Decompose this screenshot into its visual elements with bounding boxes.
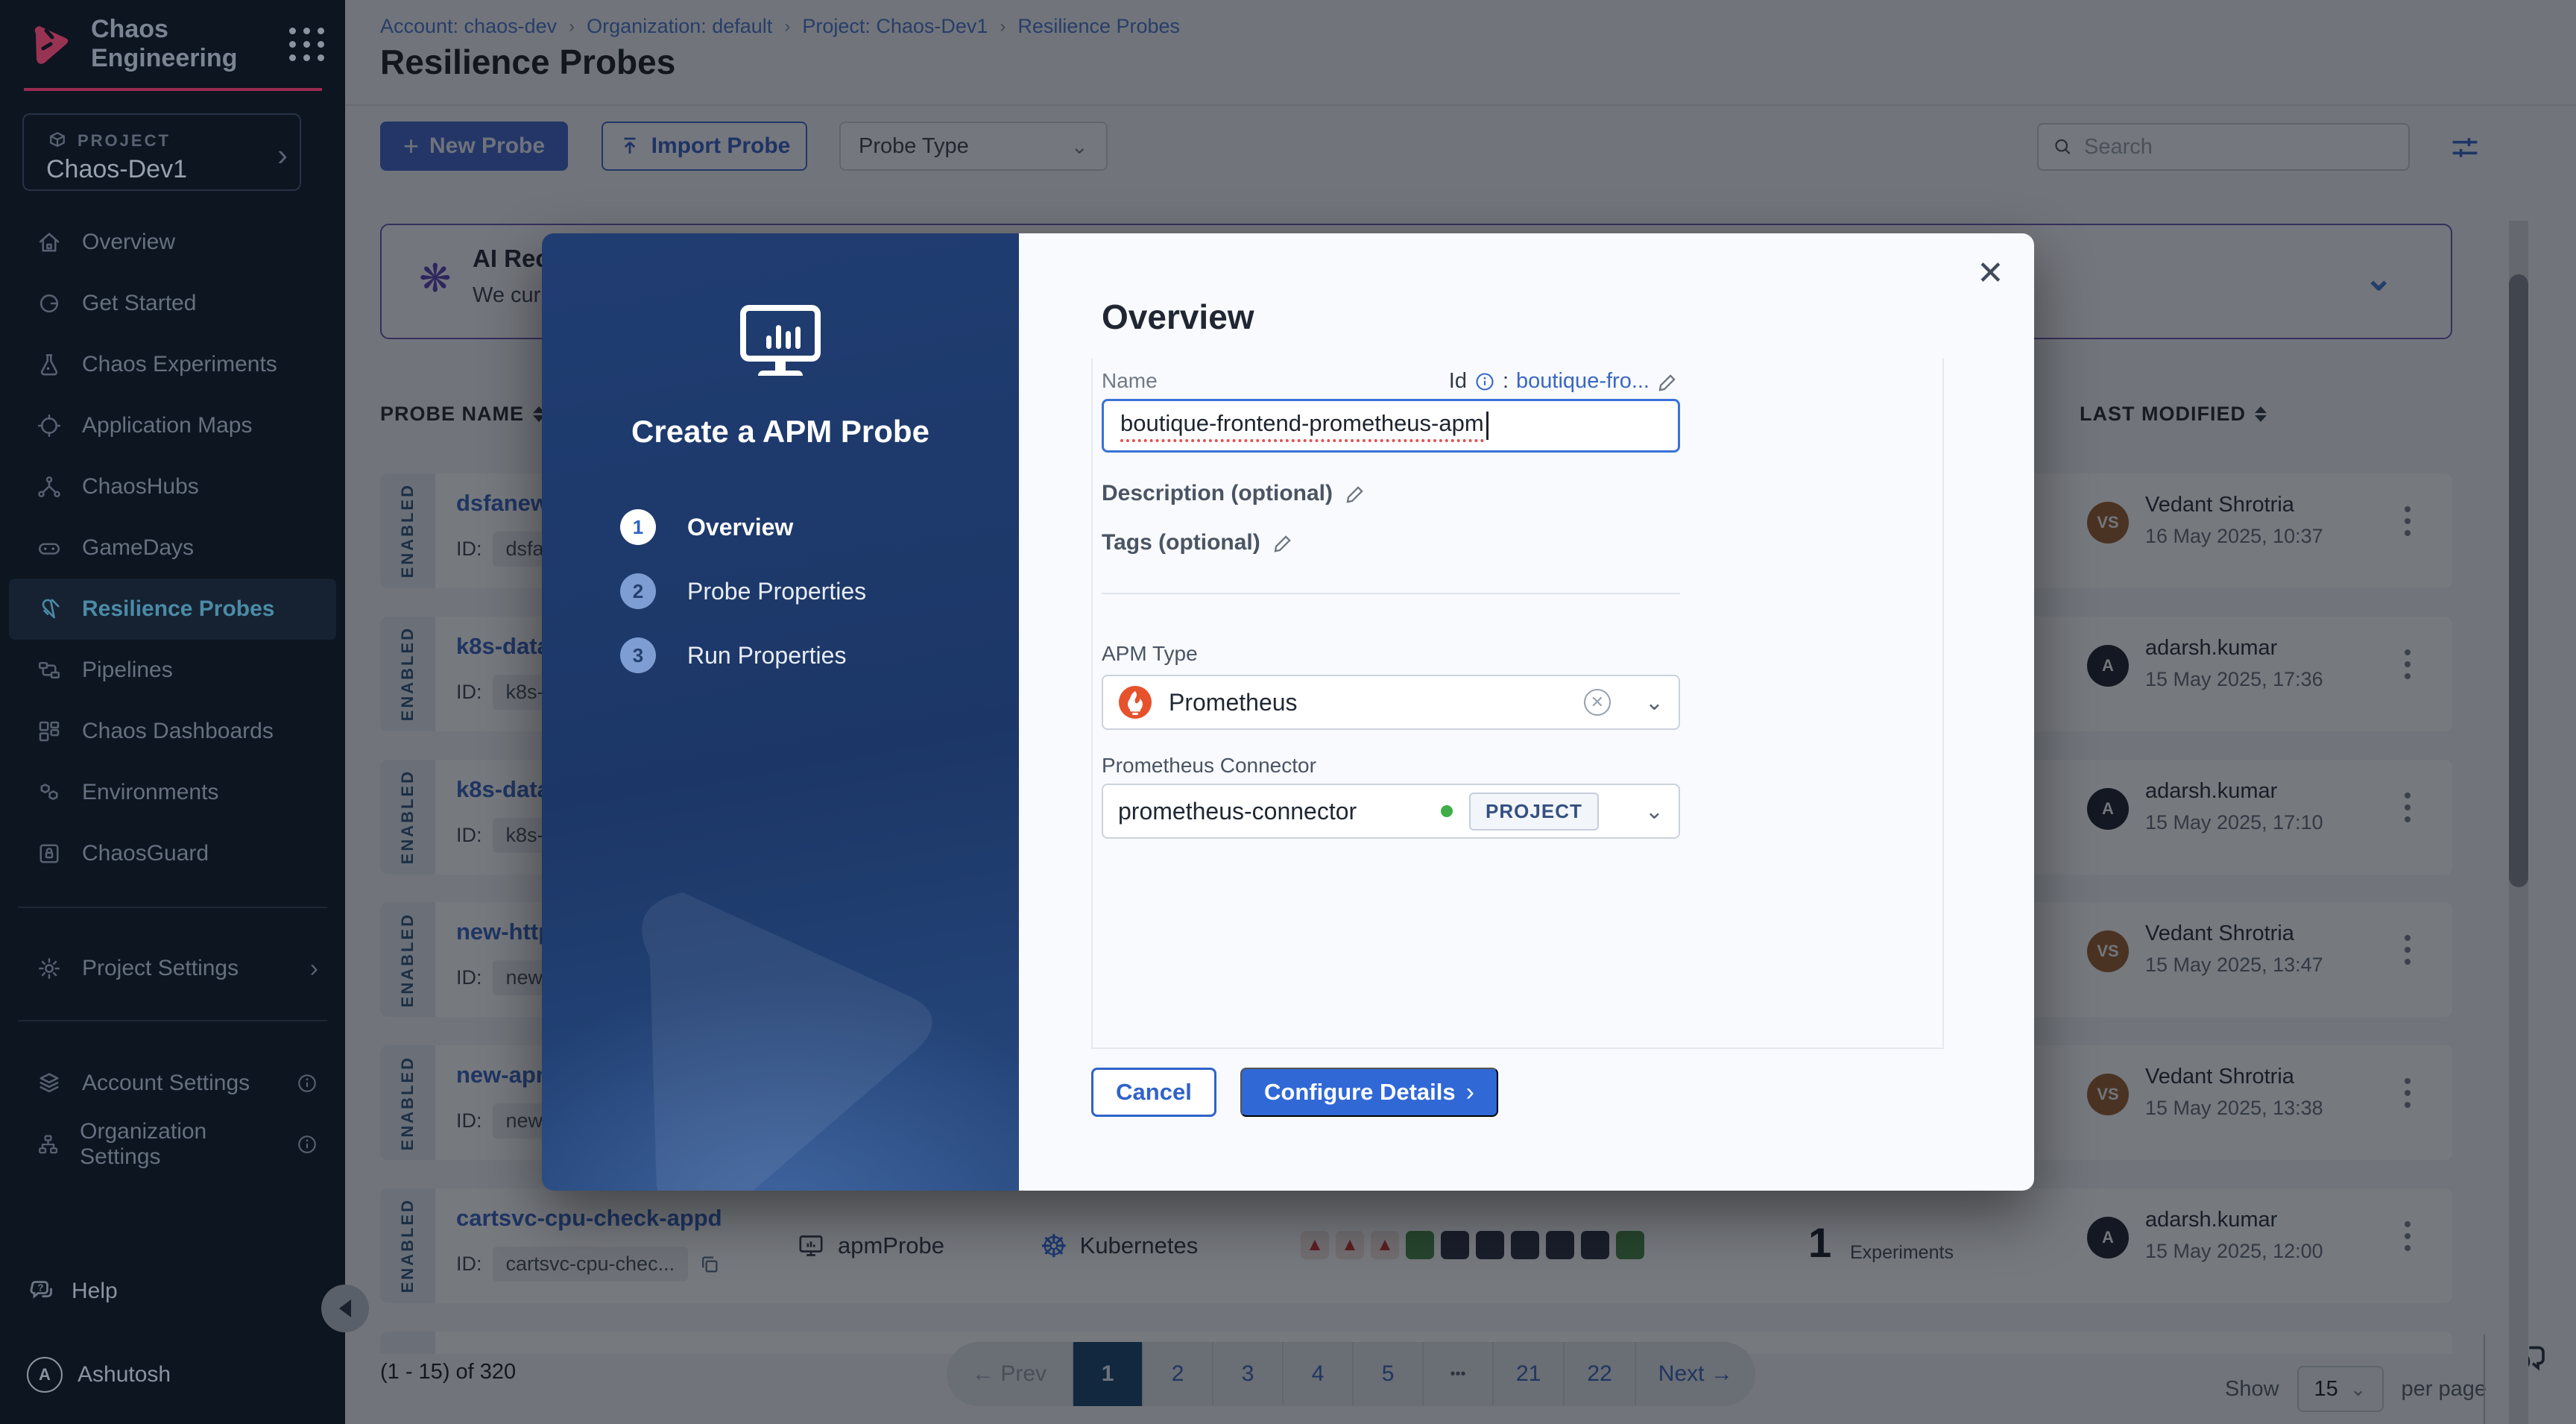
harness-watermark xyxy=(642,892,932,1191)
sidebar-collapse-button[interactable] xyxy=(321,1285,369,1332)
sidebar: Chaos Engineering PROJECT Chaos-Dev1 › O… xyxy=(0,0,345,1424)
wizard-step-probe-properties[interactable]: 2 Probe Properties xyxy=(620,573,866,609)
harness-logo-icon xyxy=(34,26,69,64)
description-label: Description (optional) xyxy=(1102,481,1367,506)
sidebar-item-overview[interactable]: Overview xyxy=(9,212,336,273)
connector-select[interactable]: prometheus-connector PROJECT ⌄ xyxy=(1102,784,1680,839)
avatar: A xyxy=(27,1357,63,1393)
edit-icon[interactable] xyxy=(1272,532,1295,554)
app-switcher-icon[interactable] xyxy=(289,27,325,61)
tube-icon xyxy=(42,599,60,619)
info-icon[interactable] xyxy=(1474,371,1495,392)
sidebar-item-chaos-experiments[interactable]: Chaos Experiments xyxy=(9,334,336,395)
chevron-down-icon: ⌄ xyxy=(1644,798,1664,824)
create-apm-probe-modal: Create a APM Probe 1 Overview 2 Probe Prop… xyxy=(542,233,2034,1191)
grid-icon xyxy=(39,721,60,742)
hexes-icon xyxy=(40,784,58,800)
chevron-right-icon: › xyxy=(1465,1077,1474,1106)
probe-id-value[interactable]: boutique-fro... xyxy=(1516,369,1650,394)
brand-row: Chaos Engineering xyxy=(27,15,325,72)
sidebar-item-organization-settings[interactable]: Organization Settings xyxy=(9,1114,336,1175)
chevron-right-icon: › xyxy=(309,954,318,983)
modal-heading: Overview xyxy=(1102,297,1254,336)
tags-label: Tags (optional) xyxy=(1102,530,1295,555)
divider xyxy=(18,907,327,908)
project-selector[interactable]: PROJECT Chaos-Dev1 › xyxy=(22,113,301,191)
gear-icon xyxy=(39,958,60,979)
sidebar-item-account-settings[interactable]: Account Settings xyxy=(9,1053,336,1114)
sidebar-item-chaoshubs[interactable]: ChaosHubs xyxy=(9,456,336,517)
flask-icon xyxy=(40,353,58,376)
status-dot xyxy=(1441,805,1453,817)
user-name: Ashutosh xyxy=(78,1362,171,1387)
prometheus-icon xyxy=(1119,686,1152,719)
user-menu[interactable]: A Ashutosh xyxy=(27,1357,171,1393)
edit-icon[interactable] xyxy=(1345,482,1367,505)
layers-icon xyxy=(40,1073,59,1093)
wizard-panel: Create a APM Probe 1 Overview 2 Probe Prop… xyxy=(542,233,1019,1191)
apm-monitor-icon xyxy=(740,305,821,376)
chevron-down-icon: ⌄ xyxy=(1644,690,1664,715)
cube-icon xyxy=(50,132,65,148)
apm-type-select[interactable]: Prometheus ✕ ⌄ xyxy=(1102,675,1680,730)
wizard-title: Create a APM Probe xyxy=(631,414,929,449)
chevron-right-icon: › xyxy=(277,137,288,172)
sidebar-item-get-started[interactable]: Get Started xyxy=(9,273,336,334)
wizard-step-run-properties[interactable]: 3 Run Properties xyxy=(620,637,846,673)
pipeline-icon xyxy=(38,661,60,679)
edit-icon[interactable] xyxy=(1657,371,1679,393)
sidebar-item-pipelines[interactable]: Pipelines xyxy=(9,640,336,701)
sidebar-item-environments[interactable]: Environments xyxy=(9,762,336,823)
close-icon[interactable]: ✕ xyxy=(1977,257,2004,290)
guard-icon xyxy=(40,844,59,863)
sidebar-item-gamedays[interactable]: GameDays xyxy=(9,517,336,579)
id-label: Id xyxy=(1448,369,1467,393)
sidebar-item-application-maps[interactable]: Application Maps xyxy=(9,395,336,456)
divider xyxy=(1102,593,1680,594)
clear-selection-icon[interactable]: ✕ xyxy=(1583,689,1611,716)
start-icon xyxy=(40,294,59,313)
sidebar-item-chaos-dashboards[interactable]: Chaos Dashboards xyxy=(9,701,336,762)
apm-type-label: APM Type xyxy=(1102,642,1198,665)
connector-label: Prometheus Connector xyxy=(1102,754,1316,777)
gamepad-icon xyxy=(38,543,60,555)
name-label: Name xyxy=(1102,369,1158,392)
brand-accent-line xyxy=(24,88,322,91)
configure-details-button[interactable]: Configure Details › xyxy=(1240,1068,1498,1117)
apm-type-value: Prometheus xyxy=(1169,688,1298,716)
sidebar-item-chaosguard[interactable]: ChaosGuard xyxy=(9,823,336,884)
project-name: Chaos-Dev1 xyxy=(46,155,187,183)
wizard-step-overview[interactable]: 1 Overview xyxy=(620,509,793,545)
project-label: PROJECT xyxy=(78,131,171,150)
sidebar-item-resilience-probes[interactable]: Resilience Probes xyxy=(9,579,336,640)
org-icon xyxy=(39,1135,58,1154)
scope-badge: PROJECT xyxy=(1469,792,1599,831)
text-caret xyxy=(1486,412,1489,440)
help-icon: ? xyxy=(30,1281,52,1299)
probe-id-row: Id : boutique-fro... xyxy=(1332,369,1679,394)
target-icon xyxy=(37,414,61,438)
name-input[interactable]: boutique-frontend-prometheus-apm xyxy=(1102,399,1680,453)
sidebar-item-help[interactable]: ? Help xyxy=(27,1276,118,1306)
app-title: Chaos Engineering xyxy=(91,15,238,72)
hub-icon xyxy=(38,476,60,498)
connector-value: prometheus-connector xyxy=(1118,797,1357,825)
divider xyxy=(18,1020,327,1021)
info-icon xyxy=(298,1074,316,1092)
svg-text:?: ? xyxy=(37,1282,43,1293)
help-label: Help xyxy=(72,1279,118,1303)
cancel-button[interactable]: Cancel xyxy=(1091,1068,1216,1117)
home-icon xyxy=(39,233,60,252)
sidebar-item-project-settings[interactable]: Project Settings › xyxy=(9,938,336,999)
info-icon xyxy=(298,1135,316,1153)
